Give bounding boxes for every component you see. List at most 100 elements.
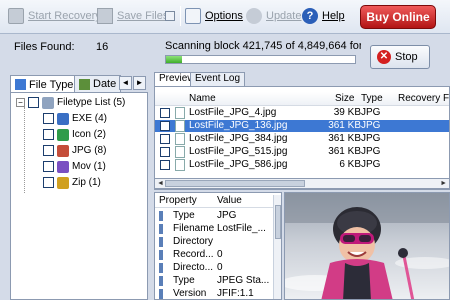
tree-item-exe[interactable]: EXE (4) [43,112,107,125]
scroll-thumb[interactable] [165,180,305,187]
buy-online-button[interactable]: Buy Online [360,5,436,29]
zip-checkbox[interactable] [43,177,54,188]
column-property[interactable]: Property [159,195,197,206]
jpg-file-icon [175,107,185,119]
update-button[interactable]: Update [246,5,301,27]
scroll-left-icon[interactable]: ◄ [157,179,164,188]
file-size: 361 KB [328,133,361,144]
tree-root[interactable]: − Filetype List (5) [16,96,125,109]
jpg-file-icon [175,120,185,132]
file-type: JPG [361,107,381,118]
property-row: Directo... 0 [155,262,273,274]
stop-button[interactable]: ✕ Stop [370,45,430,69]
jpg-file-icon [175,146,185,158]
left-tabbar: File Type Date ◄ ► [10,75,148,93]
file-checkbox[interactable] [160,108,170,118]
property-value: JPEG Sta... [217,275,270,286]
property-value: 0 [217,249,223,260]
file-checkbox[interactable] [160,147,170,157]
file-checkbox[interactable] [160,160,170,170]
column-value[interactable]: Value [217,195,242,206]
file-row[interactable]: LostFile_JPG_4.jpg 39 KB JPG [155,107,449,119]
buy-online-label: Buy Online [366,10,430,24]
file-row[interactable]: LostFile_JPG_586.jpg 6 KB JPG [155,159,449,171]
mov-checkbox[interactable] [43,161,54,172]
property-row: Version JFIF:1.1 [155,288,273,299]
stop-label: Stop [395,51,418,63]
file-list-header: Name Size Type Recovery F [155,92,449,106]
file-name: LostFile_JPG_515.jpg [189,146,288,157]
property-icon [159,263,163,273]
image-preview [284,192,450,300]
column-recovery[interactable]: Recovery F [398,93,449,104]
file-size: 361 KB [328,120,361,131]
menu-dropdown-button[interactable] [165,5,175,27]
zip-icon [57,176,69,189]
tree-item-icon[interactable]: Icon (2) [43,128,106,141]
tab-event-log[interactable]: Event Log [190,72,246,86]
collapse-icon[interactable]: − [16,98,25,107]
horizontal-scrollbar[interactable]: ◄ ► [154,178,450,189]
tab-date[interactable]: Date [74,75,122,92]
options-label: Options [205,10,243,22]
tree-item-label: Icon (2) [72,129,106,140]
update-label: Update [266,10,302,22]
file-name: LostFile_JPG_586.jpg [189,159,288,170]
root-checkbox[interactable] [28,97,39,108]
file-type: JPG [361,146,381,157]
tab-scroll-left-button[interactable]: ◄ [119,76,132,90]
file-checkbox[interactable] [160,134,170,144]
chevron-down-icon [165,11,175,21]
file-row[interactable]: LostFile_JPG_384.jpg 361 KB JPG [155,133,449,145]
save-files-button[interactable]: Save Files [97,5,168,27]
tab-file-type[interactable]: File Type [10,75,79,93]
recover-icon [8,8,24,24]
tree-item-label: Zip (1) [72,177,101,188]
exe-checkbox[interactable] [43,113,54,124]
mov-icon [57,160,69,173]
properties-scroll-thumb[interactable] [275,205,281,239]
file-type: JPG [361,159,381,170]
tree-item-zip[interactable]: Zip (1) [43,176,101,189]
property-key: Directory [173,236,214,247]
file-row[interactable]: LostFile_JPG_515.jpg 361 KB JPG [155,146,449,158]
tree-item-jpg[interactable]: JPG (8) [43,144,106,157]
file-name: LostFile_JPG_136.jpg [189,120,288,131]
file-checkbox[interactable] [160,121,170,131]
tab-scroll-right-button[interactable]: ► [133,76,146,90]
help-icon: ? [302,8,318,24]
jpg-checkbox[interactable] [43,145,54,156]
file-name: LostFile_JPG_384.jpg [189,133,288,144]
column-name[interactable]: Name [189,93,216,104]
property-value: LostFile_... [217,223,266,234]
jpg-icon [57,144,69,157]
options-button[interactable]: Options [185,5,243,27]
property-key: Filename [173,223,215,234]
help-button[interactable]: ? Help [302,5,345,27]
tree-connector [24,107,25,193]
properties-header: Property Value [155,195,281,208]
property-row: Record... 0 [155,249,273,261]
exe-icon [57,112,69,125]
file-type-icon [15,79,26,90]
property-key: Type [173,275,195,286]
properties-scrollbar[interactable] [273,195,281,299]
tree-item-mov[interactable]: Mov (1) [43,160,106,173]
progress-fill [166,56,183,63]
tab-file-type-label: File Type [29,78,74,91]
icon-checkbox[interactable] [43,129,54,140]
stop-icon: ✕ [377,50,391,64]
file-type: JPG [361,133,381,144]
help-label: Help [322,10,345,22]
property-icon [159,237,163,247]
column-size[interactable]: Size [335,93,354,104]
tree-item-label: Mov (1) [72,161,106,172]
start-recovery-button[interactable]: Start Recovery [8,5,101,27]
file-row[interactable]: LostFile_JPG_136.jpg 361 KB JPG [155,120,449,132]
file-type: JPG [361,120,381,131]
column-type[interactable]: Type [361,93,383,104]
scan-progress-bar [165,55,356,64]
tab-date-label: Date [93,78,117,90]
icon-type-icon [57,128,69,141]
scroll-right-icon[interactable]: ► [440,179,447,188]
